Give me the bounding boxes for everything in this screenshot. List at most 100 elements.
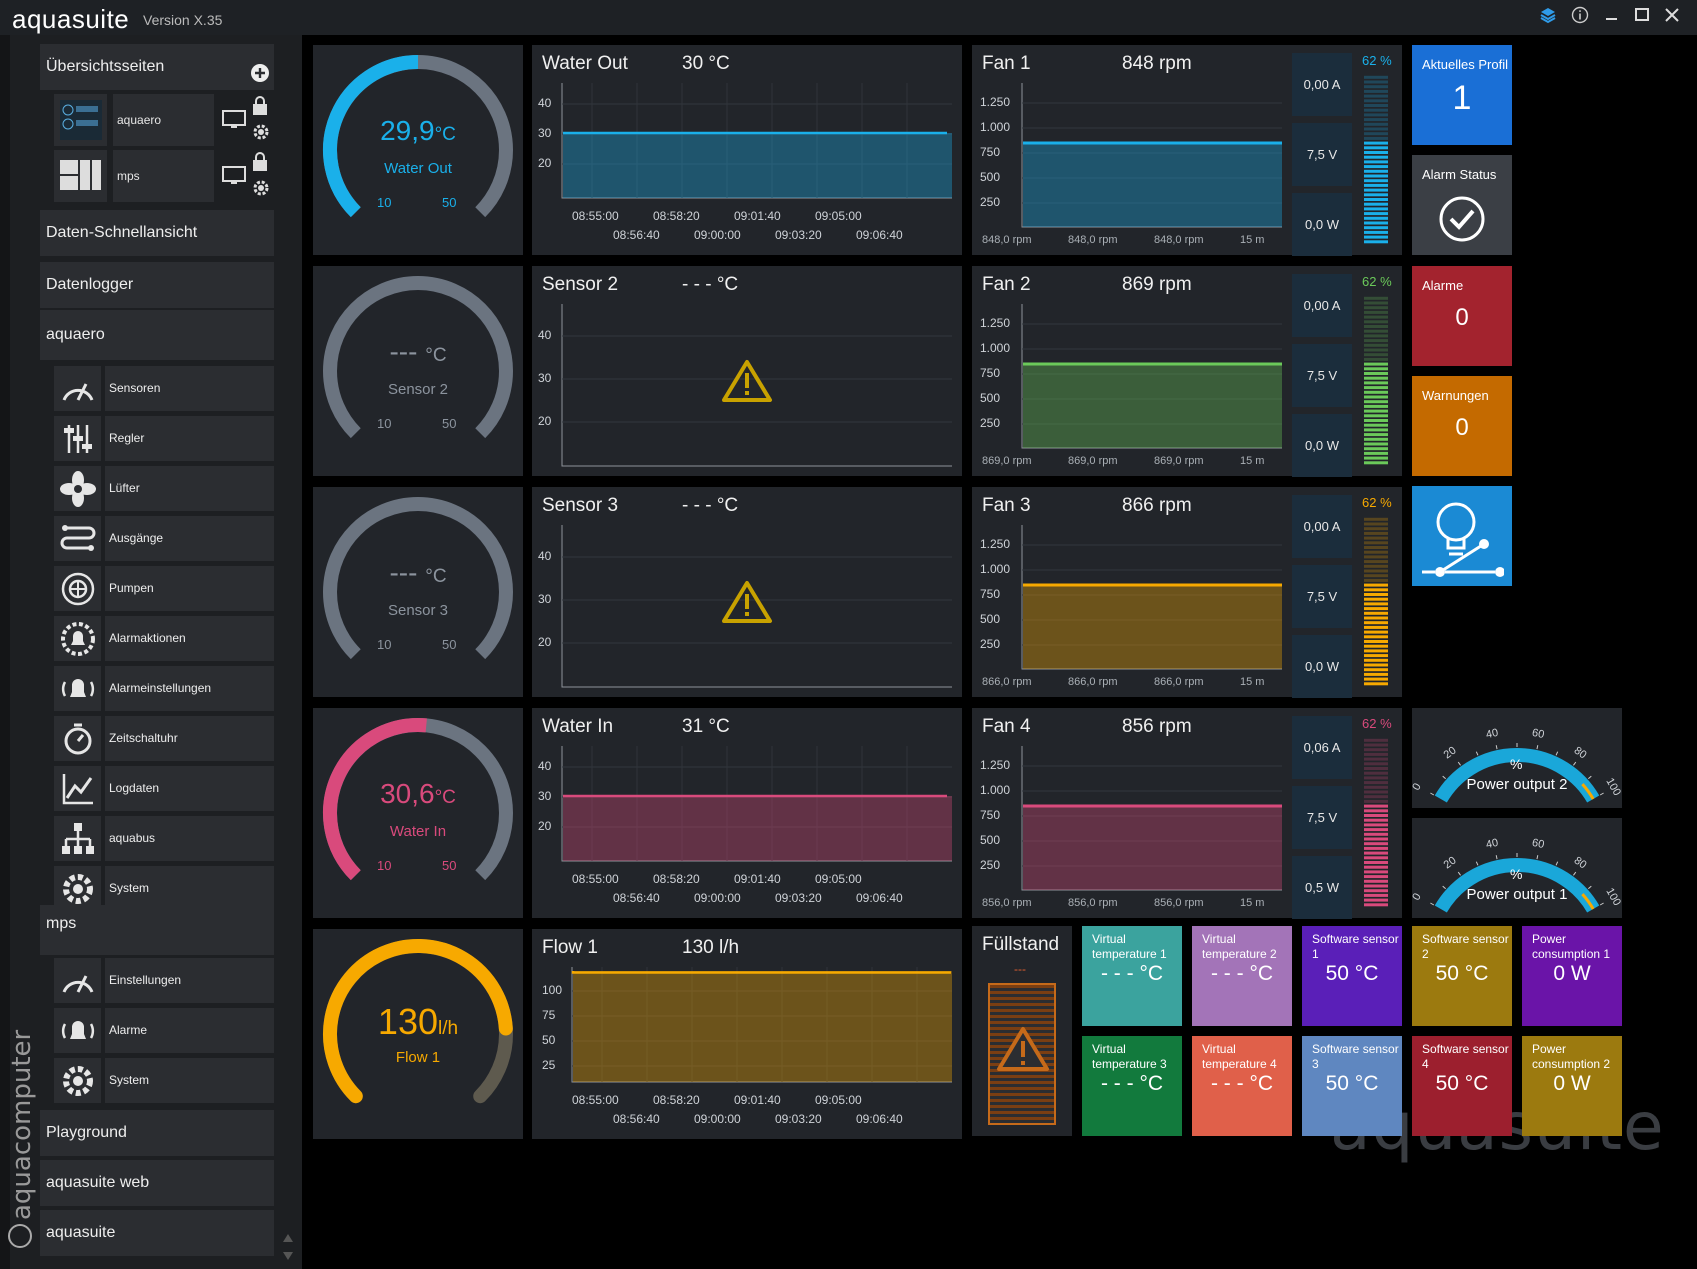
fan-tile[interactable]: Fan 3 866 rpm 1.250 1.000 750 500 250 866,0 rpm…	[972, 487, 1402, 698]
monitor-icon[interactable]	[222, 110, 246, 135]
app-title: aquasuite	[12, 4, 130, 34]
y-tick-label: 1.000	[980, 562, 1011, 576]
gauge-dial	[323, 718, 513, 881]
sensor-tile[interactable]: Software sensor 1 50 °C	[1302, 926, 1402, 1026]
gear-icon[interactable]	[251, 178, 271, 203]
aquasuite-link[interactable]: aquasuite	[40, 1210, 274, 1256]
gear-icon[interactable]	[251, 122, 271, 147]
sensor-tile[interactable]: Power consumption 10 W	[1522, 926, 1622, 1026]
light-switch-tile[interactable]	[1412, 486, 1512, 586]
y-tick-label: 20	[538, 635, 552, 649]
x-tick-label: 08:56:40	[613, 228, 660, 242]
gauge-max: 50	[442, 858, 457, 873]
minimize-button[interactable]	[1600, 6, 1624, 28]
playground-link[interactable]: Playground	[40, 1110, 274, 1156]
sidebar-item-system[interactable]: System	[54, 1058, 274, 1103]
fan-power: 0,0 W	[1292, 193, 1352, 256]
sensor-tile-value: - - - °C	[1210, 1072, 1274, 1095]
sidebar-item-ausgänge[interactable]: Ausgänge	[54, 516, 274, 561]
aquaero-header[interactable]: aquaero	[40, 310, 274, 360]
profile-value: 1	[1452, 79, 1472, 117]
y-tick-label: 100	[542, 983, 563, 997]
chart-tile[interactable]: Sensor 2- - - °C 40 30 20	[532, 266, 962, 476]
sensor-tile-name: Software sensor 4	[1422, 1042, 1509, 1071]
mps-header[interactable]: mps	[40, 905, 274, 955]
x-tick-label: 09:01:40	[734, 1093, 781, 1107]
sidebar-item-label: System	[105, 866, 274, 911]
sidebar-item-regler[interactable]: Regler	[54, 416, 274, 461]
fan-tile[interactable]: Fan 2 869 rpm 1.250 1.000 750 500 250 869,0 rpm…	[972, 266, 1402, 477]
sidebar-item-einstellungen[interactable]: Einstellungen	[54, 958, 274, 1003]
y-tick-label: 30	[538, 592, 552, 606]
fan-level-bars	[1364, 738, 1388, 907]
x-tick-label: 09:06:40	[856, 228, 903, 242]
y-tick-label: 30	[538, 371, 552, 385]
y-tick-label: 250	[980, 416, 1001, 430]
y-tick-label: 500	[980, 612, 1001, 626]
fan-percent: 62 %	[1362, 716, 1392, 731]
scroll-arrows-icon[interactable]	[282, 1232, 294, 1267]
maximize-button[interactable]	[1630, 6, 1654, 28]
quickview-link[interactable]: Daten-Schnellansicht	[40, 210, 274, 256]
fan-tile[interactable]: Fan 1 848 rpm 1.250 1.000 750 500 250 848,0 rpm…	[972, 45, 1402, 256]
gauge-unit: °C	[425, 345, 447, 366]
layers-icon[interactable]	[1536, 6, 1560, 28]
sensor-tile[interactable]: Virtual temperature 1- - - °C	[1082, 926, 1182, 1026]
page-thumbnail	[54, 150, 107, 202]
alarms-tile[interactable]: Alarme 0	[1412, 266, 1512, 366]
y-tick-label: 500	[980, 170, 1001, 184]
sensor-tile[interactable]: Software sensor 3 50 °C	[1302, 1036, 1402, 1136]
warnings-tile[interactable]: Warnungen 0	[1412, 376, 1512, 476]
chart-icon	[54, 766, 101, 811]
sidebar-item-logdaten[interactable]: Logdaten	[54, 766, 274, 811]
fan-tile[interactable]: Fan 4 856 rpm 1.250 1.000 750 500 250 856,0 rpm…	[972, 708, 1402, 919]
fan-current: 0,00 A	[1292, 274, 1352, 337]
gauge-value: 30,6	[380, 778, 435, 809]
fan-stat: 15 m	[1240, 676, 1265, 688]
datalogger-link[interactable]: Datenlogger	[40, 262, 274, 308]
sensor-tile[interactable]: Software sensor 4 50 °C	[1412, 1036, 1512, 1136]
lock-icon[interactable]	[251, 152, 269, 177]
sensor-tile[interactable]: Virtual temperature 3- - - °C	[1082, 1036, 1182, 1136]
sidebar-item-alarmeinstellungen[interactable]: Alarmeinstellungen	[54, 666, 274, 711]
chart-tile[interactable]: Sensor 3- - - °C 40 30 20	[532, 487, 962, 697]
y-tick-label: 1.250	[980, 758, 1011, 772]
sidebar-item-alarme[interactable]: Alarme	[54, 1008, 274, 1053]
sidebar-item-zeitschaltuhr[interactable]: Zeitschaltuhr	[54, 716, 274, 761]
fan-stat: 15 m	[1240, 897, 1265, 909]
info-icon[interactable]	[1568, 6, 1592, 28]
monitor-icon[interactable]	[222, 166, 246, 191]
profile-tile[interactable]: Aktuelles Profil 1	[1412, 45, 1512, 145]
gauge-tile: 130l/h Flow 1	[313, 929, 523, 1139]
sidebar-item-label: aquabus	[105, 816, 274, 861]
sensor-tile[interactable]: Virtual temperature 2- - - °C	[1192, 926, 1292, 1026]
sensor-tile[interactable]: Virtual temperature 4- - - °C	[1192, 1036, 1292, 1136]
chart-plot	[571, 967, 952, 1083]
fill-level-tile: Füllstand ---	[972, 926, 1072, 1136]
sensor-tile-value: 0 W	[1553, 1072, 1591, 1095]
add-page-icon[interactable]	[250, 63, 270, 88]
gauge-icon	[54, 958, 101, 1003]
chart-tile[interactable]: Water Out 30 °C 40 30 20 08:55:00 08:58:20 09:0…	[532, 45, 962, 255]
close-button[interactable]	[1660, 6, 1684, 28]
sensor-tile[interactable]: Software sensor 2 50 °C	[1412, 926, 1512, 1026]
sidebar-item-sensoren[interactable]: Sensoren	[54, 366, 274, 411]
sidebar-item-system[interactable]: System	[54, 866, 274, 911]
y-tick-label: 40	[538, 328, 552, 342]
warning-icon	[997, 1027, 1049, 1071]
alarm-status-tile[interactable]: Alarm Status	[1412, 155, 1512, 255]
sidebar-item-aquabus[interactable]: aquabus	[54, 816, 274, 861]
sidebar-item-lüfter[interactable]: Lüfter	[54, 466, 274, 511]
sidebar-item-alarmaktionen[interactable]: Alarmaktionen	[54, 616, 274, 661]
overview-pages-header[interactable]: Übersichtsseiten	[40, 44, 274, 90]
sensor-tile-value: 50 °C	[1325, 962, 1379, 985]
sidebar-item-pumpen[interactable]: Pumpen	[54, 566, 274, 611]
sensor-tile[interactable]: Power consumption 20 W	[1522, 1036, 1622, 1136]
chart-tile[interactable]: Water In 31 °C 40 30 20 08:55:00 08:58:20 09:01…	[532, 708, 962, 918]
power-output-gauge: 0 20 40 60 80 100% Power output 2	[1410, 708, 1623, 808]
aquasuite-web-link[interactable]: aquasuite web	[40, 1160, 274, 1206]
sidebar-item-label: Sensoren	[105, 366, 274, 411]
chart-tile[interactable]: Flow 1 130 l/h 100 75 50 25 08:55:00 08:58:20 09…	[532, 929, 962, 1139]
lock-icon[interactable]	[251, 96, 269, 121]
y-tick-label: 25	[542, 1058, 556, 1072]
